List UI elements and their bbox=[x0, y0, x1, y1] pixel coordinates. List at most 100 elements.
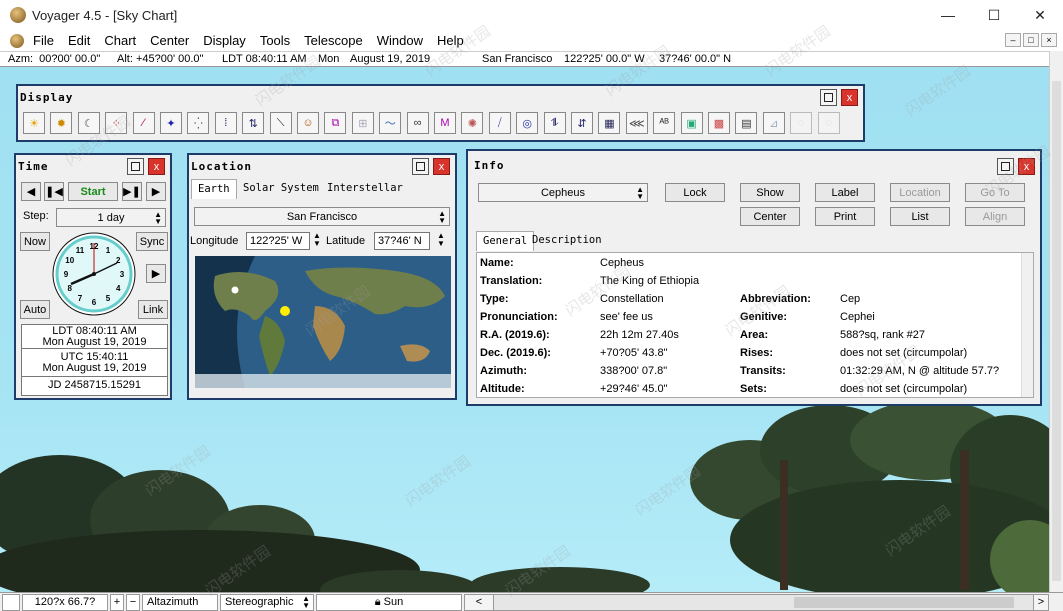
zoom-out-button[interactable]: − bbox=[126, 593, 140, 611]
horizontal-scrollbar[interactable] bbox=[494, 593, 1033, 611]
horizontal-scroll-thumb[interactable] bbox=[794, 596, 1014, 608]
step-forward-button[interactable]: ▶ bbox=[146, 182, 166, 201]
menu-display[interactable]: Display bbox=[196, 33, 253, 48]
menu-telescope[interactable]: Telescope bbox=[297, 33, 370, 48]
align-button[interactable]: Align bbox=[965, 207, 1025, 226]
constellation-boundaries-icon[interactable]: ⧉ bbox=[324, 112, 347, 134]
projection-select[interactable]: Stereographic ▲ ▼ bbox=[220, 593, 314, 611]
show-button[interactable]: Show bbox=[740, 183, 800, 202]
location-button[interactable]: Location bbox=[890, 183, 950, 202]
constellation-lines-icon[interactable]: ⟍ bbox=[269, 112, 292, 134]
location-restore-button[interactable] bbox=[412, 158, 429, 175]
sun-icon[interactable]: ☀ bbox=[23, 112, 45, 134]
label-button[interactable]: Label bbox=[815, 183, 875, 202]
info-restore-button[interactable] bbox=[997, 158, 1014, 175]
tab-solar-system[interactable]: Solar System bbox=[237, 179, 325, 199]
grid-icon-3[interactable]: ⇵ bbox=[571, 112, 593, 134]
time-restore-button[interactable] bbox=[127, 158, 144, 175]
circle-icon-1[interactable]: ◌ bbox=[790, 112, 813, 134]
minimize-button[interactable]: — bbox=[925, 0, 971, 30]
latitude-spinner[interactable]: ▲ ▼ bbox=[437, 232, 445, 248]
start-button[interactable]: Start bbox=[68, 182, 118, 201]
info-close-button[interactable]: x bbox=[1018, 158, 1035, 175]
mdi-restore-button[interactable]: □ bbox=[1023, 33, 1039, 47]
menu-tools[interactable]: Tools bbox=[253, 33, 297, 48]
lock-button[interactable]: Lock bbox=[665, 183, 725, 202]
messier-icon[interactable]: M bbox=[434, 112, 456, 134]
comets-icon[interactable]: ⁄ bbox=[132, 112, 155, 134]
menu-edit[interactable]: Edit bbox=[61, 33, 97, 48]
mdi-minimize-button[interactable]: – bbox=[1005, 33, 1021, 47]
time-close-button[interactable]: x bbox=[148, 158, 165, 175]
zoom-in-button[interactable]: + bbox=[110, 593, 124, 611]
menu-help[interactable]: Help bbox=[430, 33, 471, 48]
labels-icon[interactable]: ᴬᴮ bbox=[653, 112, 676, 134]
object-select[interactable]: Cepheus ▲ ▼ bbox=[478, 183, 648, 202]
nebulae-icon[interactable]: ✺ bbox=[461, 112, 484, 134]
sync-button[interactable]: Sync bbox=[136, 232, 168, 251]
document-icon[interactable] bbox=[10, 33, 24, 48]
filters-icon[interactable]: ⊿ bbox=[762, 112, 785, 134]
info-left-row-key: Type: bbox=[480, 293, 509, 305]
longitude-field[interactable]: 122?25' W bbox=[246, 232, 310, 250]
landscape-icon[interactable]: ▣ bbox=[680, 112, 703, 134]
deep-sky-icon[interactable]: ⊞ bbox=[351, 112, 374, 134]
earth-map[interactable] bbox=[195, 256, 451, 388]
mdi-close-button[interactable]: × bbox=[1041, 33, 1057, 47]
display-close-button[interactable]: x bbox=[841, 89, 858, 106]
vertical-scrollbar[interactable] bbox=[1049, 51, 1063, 592]
horizon-grid-icon[interactable]: ▦ bbox=[598, 112, 621, 134]
variable-stars-icon[interactable]: ⇅ bbox=[242, 112, 265, 134]
milky-way-icon[interactable]: ⧸ bbox=[488, 112, 511, 134]
print-button[interactable]: Print bbox=[815, 207, 875, 226]
menu-chart[interactable]: Chart bbox=[97, 33, 143, 48]
clusters-icon[interactable]: ∞ bbox=[406, 112, 429, 134]
planets-icon[interactable]: ✹ bbox=[50, 112, 73, 134]
moon-icon[interactable]: ☾ bbox=[77, 112, 100, 134]
menu-file[interactable]: File bbox=[26, 33, 61, 48]
step-forward-once-button[interactable]: ▶❚ bbox=[122, 182, 142, 201]
center-button[interactable]: Center bbox=[740, 207, 800, 226]
menu-window[interactable]: Window bbox=[370, 33, 430, 48]
field-of-view[interactable]: 120?x 66.7? bbox=[22, 593, 108, 611]
grid-icon-1[interactable]: ◎ bbox=[516, 112, 539, 134]
display-restore-button[interactable] bbox=[820, 89, 837, 106]
location-select[interactable]: San Francisco ▲ ▼ bbox=[194, 207, 450, 226]
location-close-button[interactable]: x bbox=[433, 158, 450, 175]
double-stars-icon[interactable]: ⁞ bbox=[214, 112, 237, 134]
maximize-button[interactable]: ☐ bbox=[971, 0, 1017, 30]
step-back-button[interactable]: ◀ bbox=[21, 182, 41, 201]
ecliptic-icon[interactable]: ⋘ bbox=[625, 112, 648, 134]
stars-icon[interactable]: ⁛ bbox=[187, 112, 210, 134]
satellites-icon[interactable]: ✦ bbox=[160, 112, 182, 134]
window-title: Voyager 4.5 - [Sky Chart] bbox=[32, 7, 178, 23]
longitude-spinner[interactable]: ▲ ▼ bbox=[313, 232, 321, 248]
asteroids-icon[interactable]: ⁘ bbox=[105, 112, 128, 134]
scroll-left-button[interactable]: < bbox=[464, 593, 494, 611]
menu-center[interactable]: Center bbox=[143, 33, 196, 48]
circle-icon-2[interactable]: ◌ bbox=[817, 112, 840, 134]
scroll-right-button[interactable]: > bbox=[1033, 593, 1049, 611]
film-icon[interactable]: ▤ bbox=[735, 112, 758, 134]
lock-target-field[interactable]: 🔒︎ Sun bbox=[316, 593, 462, 611]
list-button[interactable]: List bbox=[890, 207, 950, 226]
step-back-once-button[interactable]: ❚◀ bbox=[44, 182, 64, 201]
constellation-figures-icon[interactable]: ☺ bbox=[297, 112, 319, 134]
view-icon[interactable] bbox=[2, 593, 20, 611]
info-scrollbar[interactable] bbox=[1021, 253, 1033, 397]
step-select[interactable]: 1 day ▲ ▼ bbox=[56, 208, 166, 227]
latitude-field[interactable]: 37?46' N bbox=[374, 232, 430, 250]
tab-interstellar[interactable]: Interstellar bbox=[321, 179, 409, 199]
grid-icon-2[interactable]: ⥮ bbox=[543, 112, 566, 134]
galaxies-icon[interactable]: 〜 bbox=[379, 112, 402, 134]
tab-earth[interactable]: Earth bbox=[191, 179, 237, 199]
go-to-button[interactable]: Go To bbox=[965, 183, 1025, 202]
close-button[interactable]: ✕ bbox=[1017, 0, 1063, 30]
coordinate-system-select[interactable]: Altazimuth bbox=[142, 593, 218, 611]
auto-button[interactable]: Auto bbox=[20, 300, 50, 319]
now-button[interactable]: Now bbox=[20, 232, 50, 251]
colors-icon[interactable]: ▩ bbox=[708, 112, 730, 134]
link-button[interactable]: Link bbox=[138, 300, 168, 319]
play-button[interactable]: ▶ bbox=[146, 264, 166, 283]
tab-description[interactable]: Description bbox=[526, 231, 608, 251]
